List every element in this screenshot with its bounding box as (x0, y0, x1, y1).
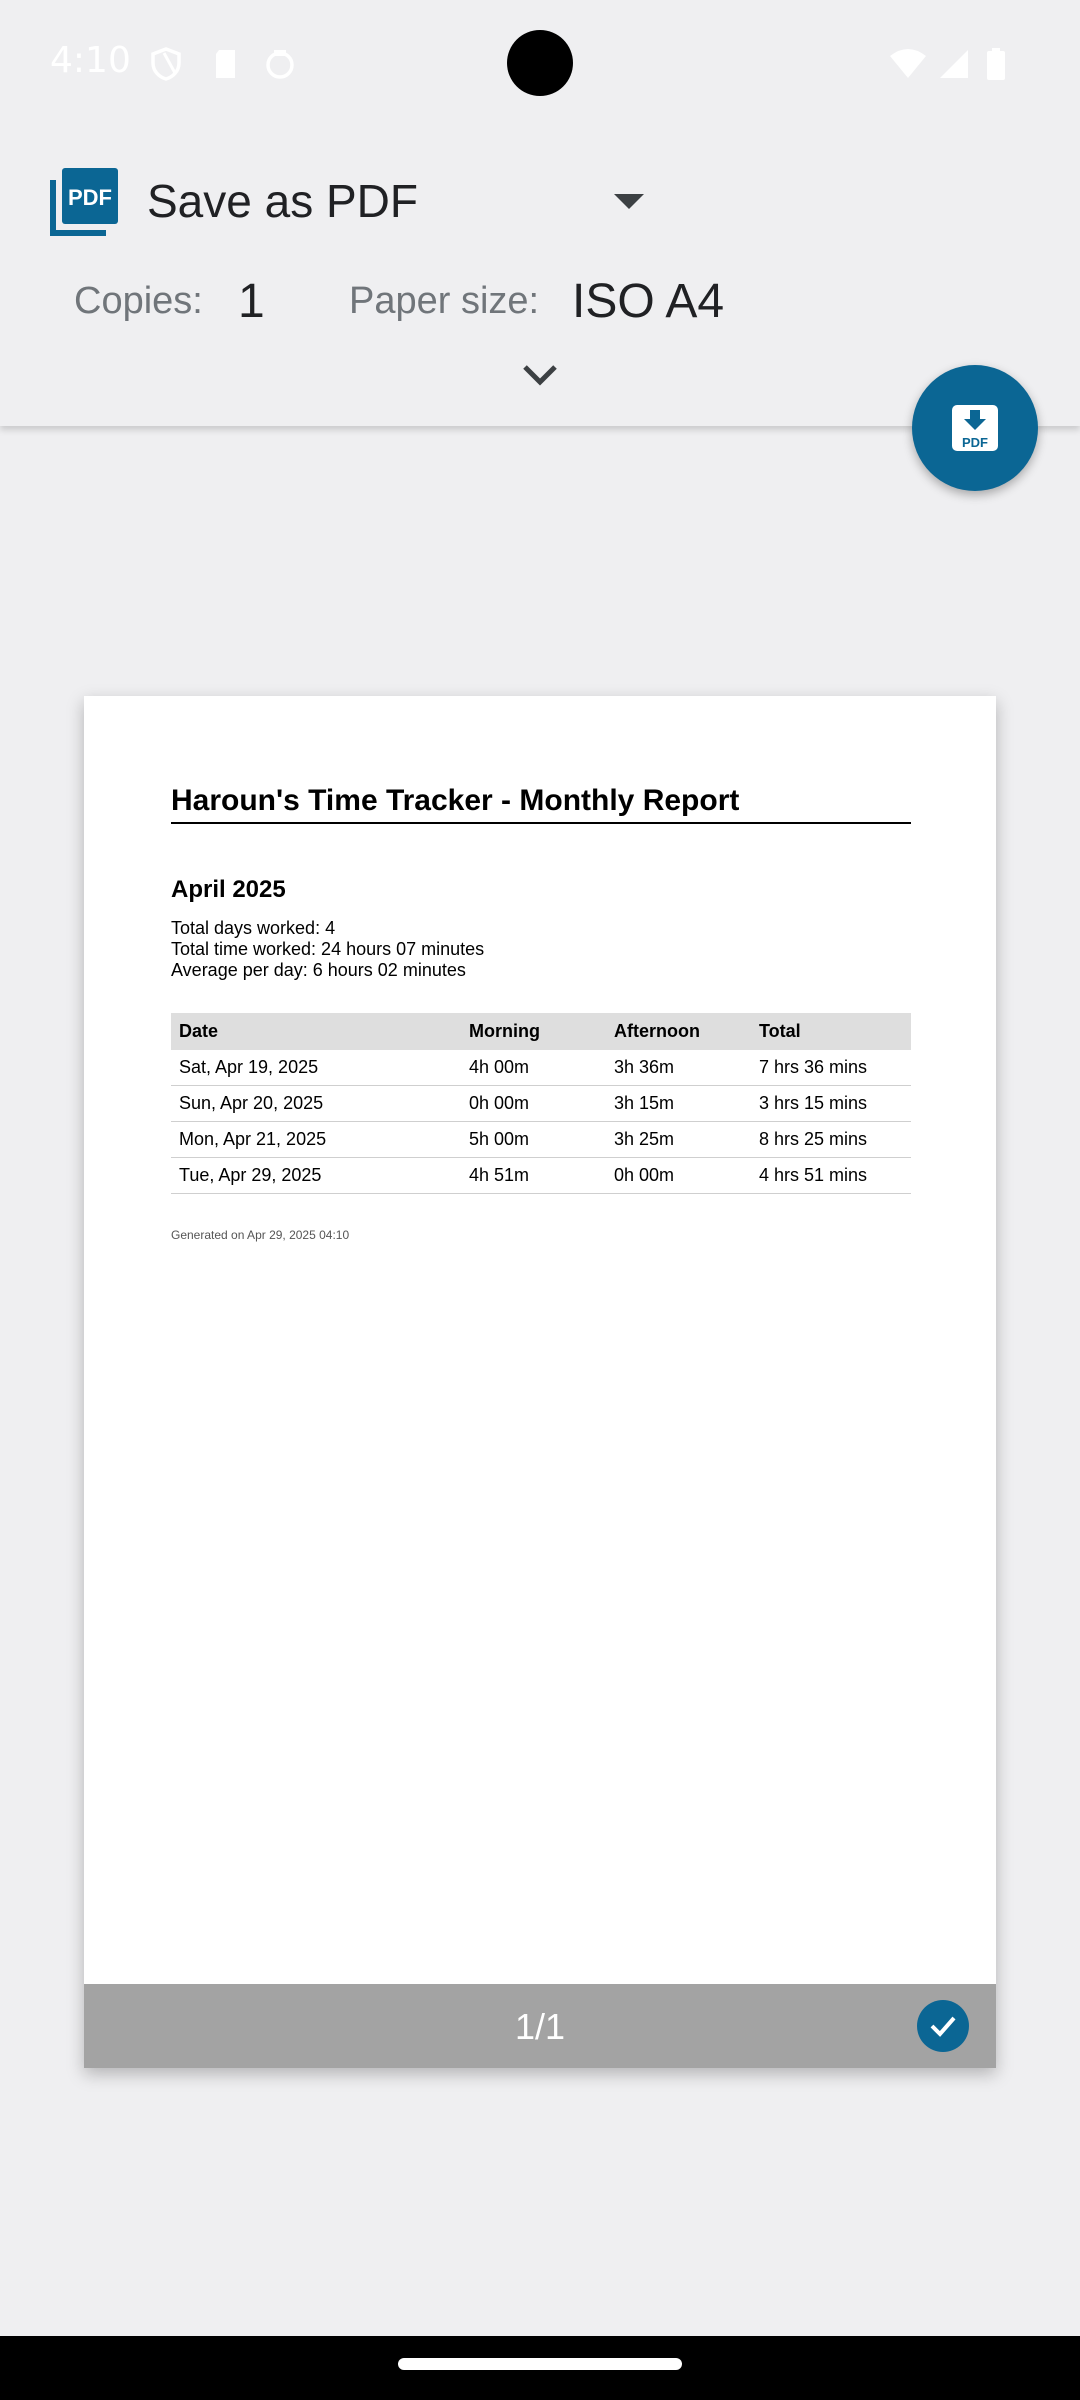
table-row: Mon, Apr 21, 2025 5h 00m 3h 25m 8 hrs 25… (171, 1121, 911, 1158)
pdf-icon: PDF (50, 168, 118, 236)
download-pdf-button[interactable]: PDF (912, 365, 1038, 491)
page-select-checkbox[interactable] (917, 2000, 969, 2052)
table-cell: Sun, Apr 20, 2025 (171, 1085, 461, 1122)
svg-text:PDF: PDF (962, 435, 988, 450)
table-cell: 8 hrs 25 mins (751, 1121, 911, 1158)
expand-options-icon[interactable] (520, 362, 560, 388)
navigation-bar (0, 2336, 1080, 2400)
paper-size-select[interactable]: ISO A4 (572, 274, 724, 329)
table-cell: 0h 00m (461, 1085, 606, 1122)
summary-line: Average per day: 6 hours 02 minutes (171, 960, 466, 980)
copies-field[interactable]: 1 (238, 274, 265, 329)
report-summary: Total days worked: 4 Total time worked: … (171, 918, 484, 981)
sync-circle-icon (266, 50, 294, 79)
home-gesture-handle[interactable] (398, 2358, 682, 2370)
table-cell: 0h 00m (606, 1157, 751, 1194)
column-header: Date (171, 1013, 461, 1050)
cellular-icon (940, 50, 968, 78)
table-row: Sat, Apr 19, 2025 4h 00m 3h 36m 7 hrs 36… (171, 1050, 911, 1086)
column-header: Total (751, 1013, 911, 1050)
report-month: April 2025 (171, 876, 286, 903)
generated-timestamp: Generated on Apr 29, 2025 04:10 (171, 1228, 350, 1242)
sd-card-icon (216, 50, 235, 78)
column-header: Morning (461, 1013, 606, 1050)
report-title: Haroun's Time Tracker - Monthly Report (171, 784, 740, 817)
table-cell: 3 hrs 15 mins (751, 1085, 911, 1122)
printer-selector[interactable]: Save as PDF (147, 174, 418, 228)
page-footer: 1/1 (84, 1984, 996, 2068)
download-pdf-icon: PDF (952, 405, 998, 451)
copies-label: Copies: (74, 280, 203, 322)
page-number: 1/1 (514, 2006, 566, 2047)
table-row: Tue, Apr 29, 2025 4h 51m 0h 00m 4 hrs 51… (171, 1157, 911, 1194)
table-cell: 3h 25m (606, 1121, 751, 1158)
status-bar: 4:10 (0, 0, 1080, 130)
wifi-icon (890, 49, 926, 78)
battery-icon (987, 48, 1005, 80)
table-cell: 4 hrs 51 mins (751, 1157, 911, 1194)
table-header-row: Date Morning Afternoon Total (171, 1013, 911, 1050)
front-camera (507, 30, 573, 96)
status-time: 4:10 (50, 40, 131, 81)
table-cell: 4h 00m (461, 1050, 606, 1086)
summary-line: Total time worked: 24 hours 07 minutes (171, 939, 485, 959)
chevron-down-icon[interactable] (614, 194, 644, 209)
checkmark-icon (930, 2016, 956, 2037)
table-cell: Tue, Apr 29, 2025 (171, 1157, 461, 1194)
shield-icon (151, 47, 181, 81)
column-header: Afternoon (606, 1013, 751, 1050)
page-preview[interactable]: Haroun's Time Tracker - Monthly Report A… (84, 696, 996, 2068)
summary-line: Total days worked: 4 (171, 918, 336, 938)
report-table: Date Morning Afternoon Total Sat, Apr 19… (171, 1013, 911, 1194)
table-cell: 3h 15m (606, 1085, 751, 1122)
table-cell: 3h 36m (606, 1050, 751, 1086)
table-row: Sun, Apr 20, 2025 0h 00m 3h 15m 3 hrs 15… (171, 1085, 911, 1122)
paper-size-label: Paper size: (349, 280, 540, 322)
table-cell: Sat, Apr 19, 2025 (171, 1050, 461, 1086)
table-cell: 7 hrs 36 mins (751, 1050, 911, 1086)
table-cell: 4h 51m (461, 1157, 606, 1194)
svg-text:PDF: PDF (68, 185, 112, 210)
table-cell: Mon, Apr 21, 2025 (171, 1121, 461, 1158)
title-divider (171, 822, 911, 824)
table-cell: 5h 00m (461, 1121, 606, 1158)
